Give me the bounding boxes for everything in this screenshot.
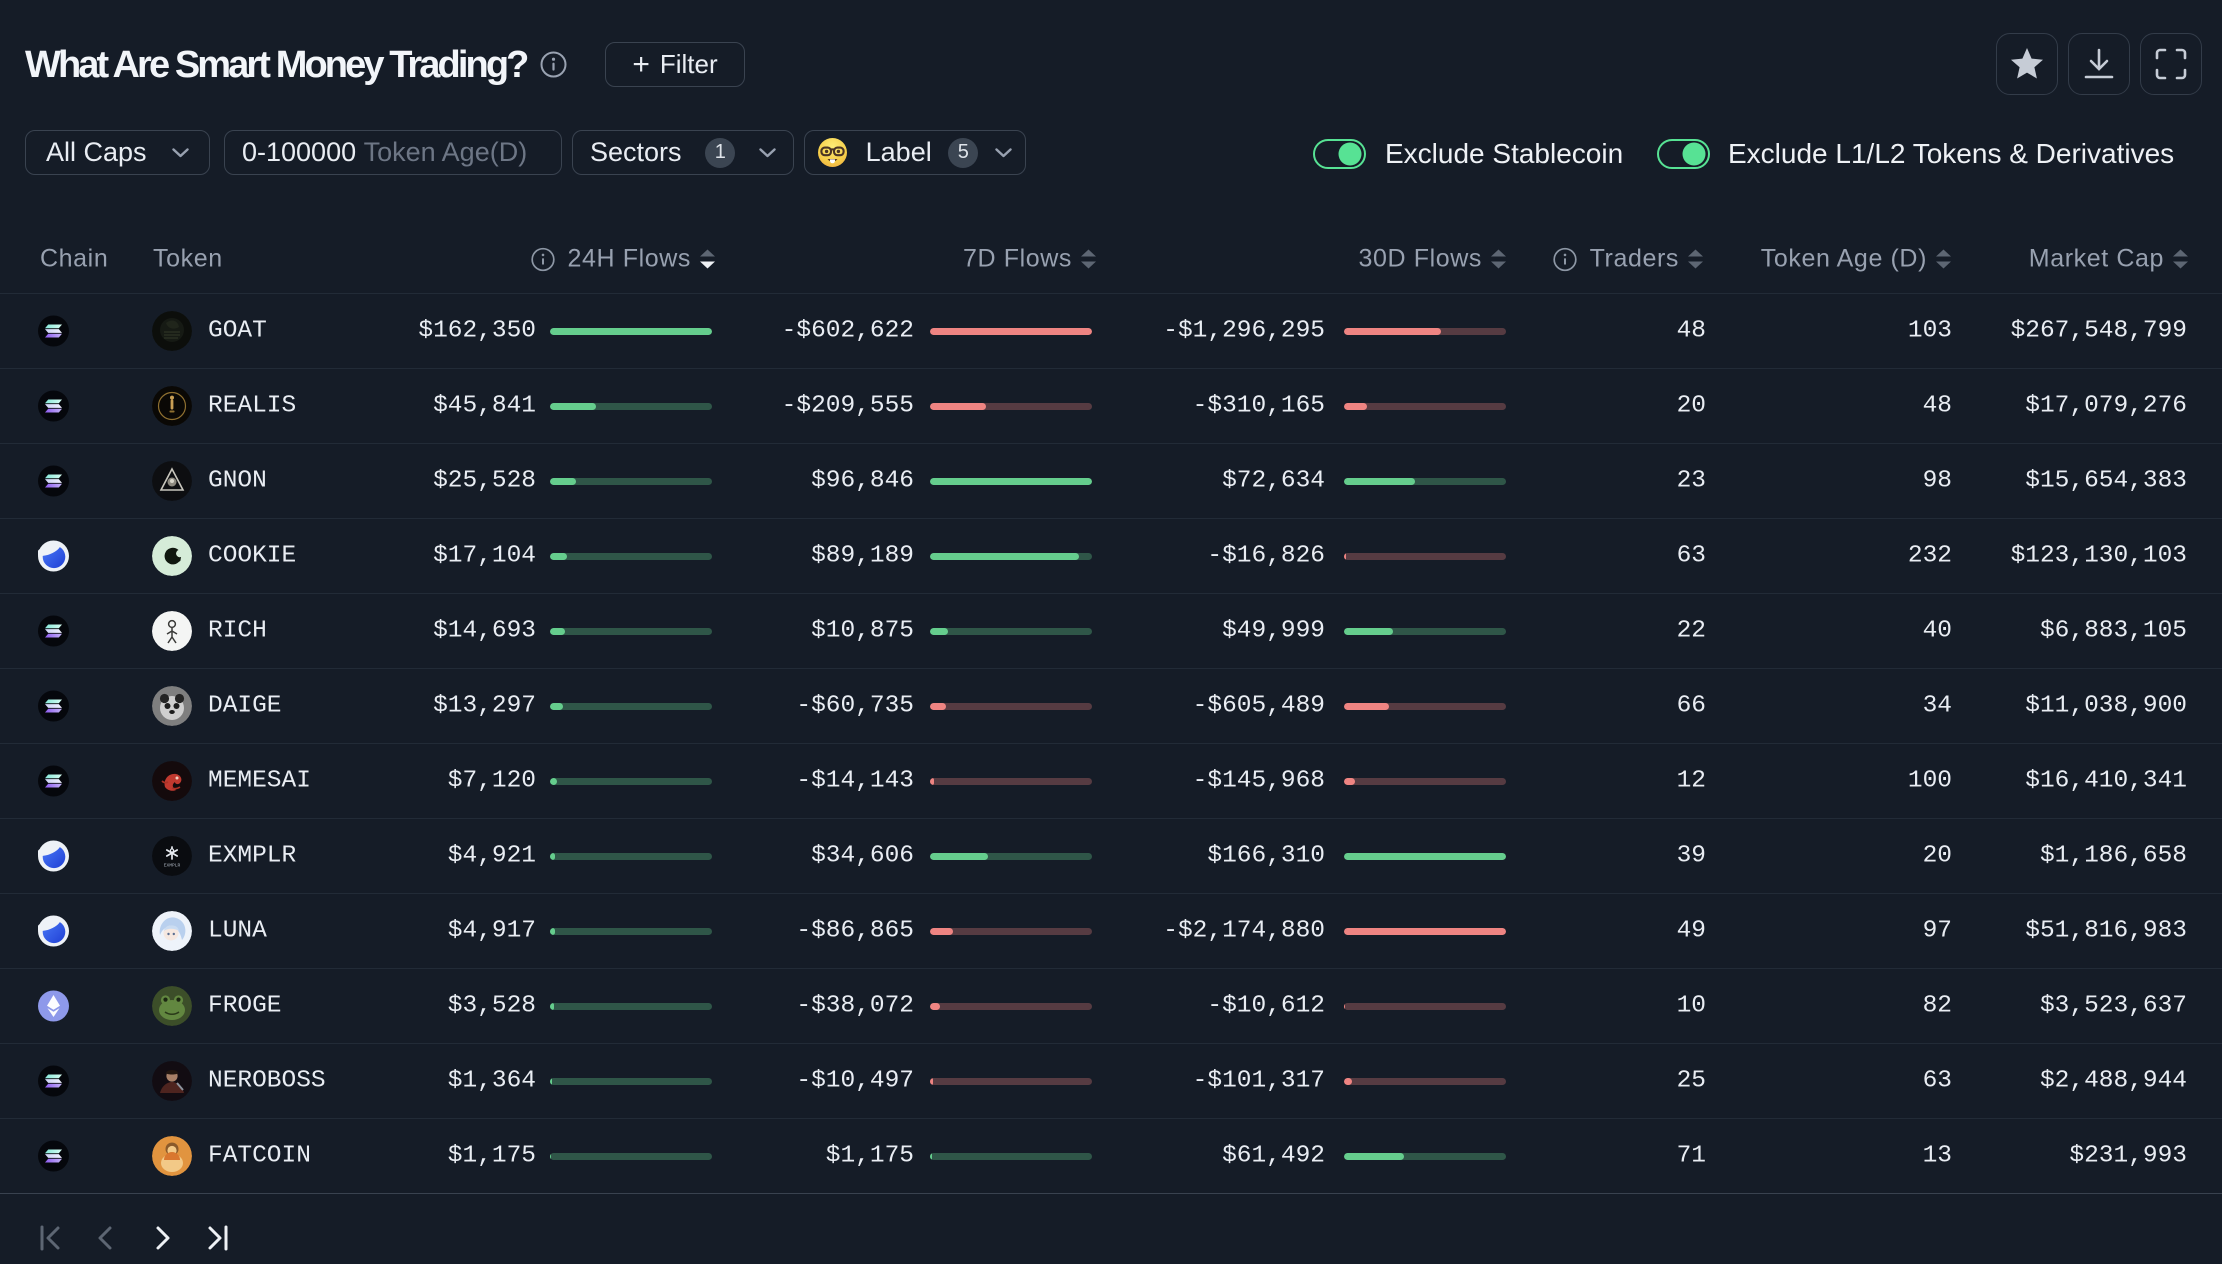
svg-text:EXMPLR: EXMPLR: [164, 863, 181, 869]
